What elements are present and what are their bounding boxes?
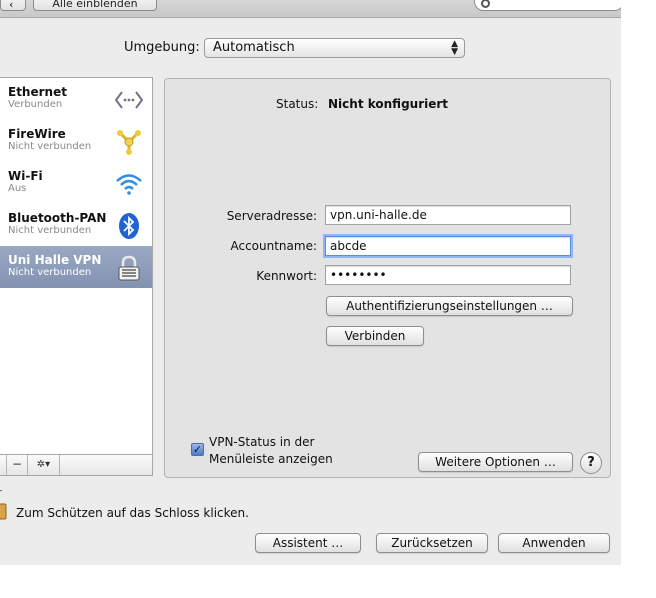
server-address-input[interactable]: vpn.uni-halle.de xyxy=(325,205,571,225)
wifi-icon xyxy=(116,174,142,195)
server-address-label: Serveradresse: xyxy=(226,209,317,223)
service-item-firewire[interactable]: FireWire Nicht verbunden xyxy=(0,120,152,162)
service-name: Bluetooth-PAN xyxy=(8,211,107,225)
service-item-bluetooth-pan[interactable]: Bluetooth-PAN Nicht verbunden xyxy=(0,204,152,246)
service-name: Uni Halle VPN xyxy=(8,253,102,267)
service-list-toolbar: − ✲▾ xyxy=(0,455,153,476)
updown-arrows-icon: ▲ ▼ xyxy=(451,39,458,57)
firewire-icon xyxy=(117,130,141,155)
password-input[interactable]: •••••••• xyxy=(325,265,571,285)
assistant-button[interactable]: Assistent … xyxy=(255,533,361,553)
status-label: Status: xyxy=(276,97,319,111)
service-name: Wi-Fi xyxy=(8,169,43,183)
service-status: Nicht verbunden xyxy=(8,225,92,236)
search-icon xyxy=(481,0,490,8)
service-item-ethernet[interactable]: Ethernet Verbunden xyxy=(0,78,152,120)
password-label: Kennwort: xyxy=(256,269,317,283)
service-status: Aus xyxy=(8,183,27,194)
show-all-button[interactable]: Alle einblenden xyxy=(33,0,157,11)
show-vpn-status-label: VPN-Status in der Menüleiste anzeigen xyxy=(209,434,333,468)
authentication-settings-button[interactable]: Authentifizierungseinstellungen … xyxy=(326,296,573,316)
account-name-label: Accountname: xyxy=(230,239,317,253)
status-value: Nicht konfiguriert xyxy=(328,97,449,111)
service-status: Verbunden xyxy=(8,99,63,110)
service-status: Nicht verbunden xyxy=(8,267,92,278)
back-button[interactable]: ‹ xyxy=(0,0,26,11)
environment-label: Umgebung: xyxy=(124,40,200,55)
ethernet-icon xyxy=(115,91,143,109)
service-list[interactable]: Ethernet Verbunden FireWire Nicht verbun… xyxy=(0,77,153,455)
advanced-options-button[interactable]: Weitere Optionen … xyxy=(418,452,573,472)
remove-service-button[interactable]: − xyxy=(7,455,28,475)
connect-button[interactable]: Verbinden xyxy=(326,326,424,346)
service-item-uni-halle-vpn[interactable]: Uni Halle VPN Nicht verbunden xyxy=(0,246,152,288)
account-name-input[interactable]: abcde xyxy=(325,236,571,256)
revert-button[interactable]: Zurücksetzen xyxy=(376,533,488,553)
lock-icon[interactable] xyxy=(0,490,8,520)
chevron-left-icon: ‹ xyxy=(9,0,14,11)
search-input[interactable] xyxy=(474,0,621,11)
bluetooth-icon xyxy=(119,213,139,239)
window-toolbar: ‹ Alle einblenden xyxy=(0,0,621,18)
service-name: Ethernet xyxy=(8,85,67,99)
show-vpn-status-label-line2: Menüleiste anzeigen xyxy=(209,452,333,466)
service-item-wifi[interactable]: Wi-Fi Aus xyxy=(0,162,152,204)
lock-hint-text: Zum Schützen auf das Schloss klicken. xyxy=(16,506,249,520)
help-button[interactable]: ? xyxy=(580,452,602,474)
add-service-button[interactable] xyxy=(0,455,7,475)
service-status: Nicht verbunden xyxy=(8,141,92,152)
action-menu-button[interactable]: ✲▾ xyxy=(28,455,60,475)
apply-button[interactable]: Anwenden xyxy=(498,533,610,553)
show-vpn-status-label-line1: VPN-Status in der xyxy=(209,435,315,449)
environment-select[interactable]: Automatisch ▲ ▼ xyxy=(204,38,465,58)
service-name: FireWire xyxy=(8,127,66,141)
show-vpn-status-checkbox[interactable]: ✓ xyxy=(191,443,204,456)
network-preferences-window: ‹ Alle einblenden Umgebung: Automatisch … xyxy=(0,0,621,565)
environment-selected-value: Automatisch xyxy=(213,40,295,55)
vpn-lock-icon xyxy=(118,255,140,281)
